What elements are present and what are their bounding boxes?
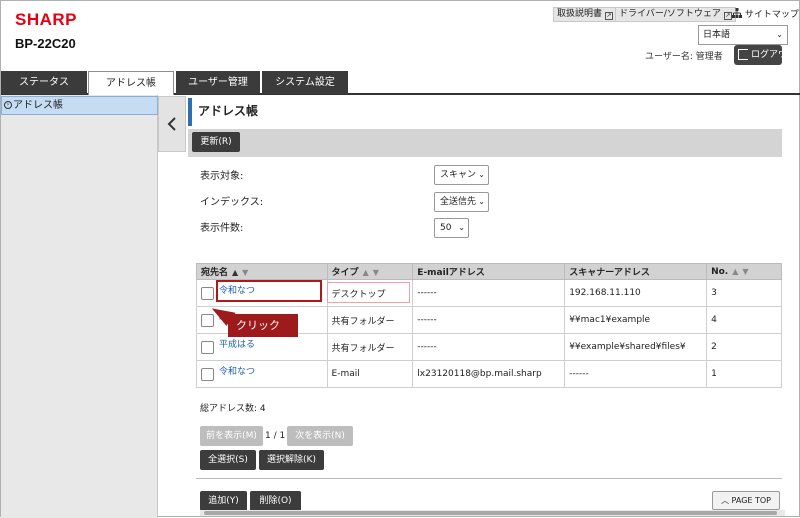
sitemap-link[interactable]: サイトマップ	[732, 7, 799, 20]
target-label: 表示対象:	[200, 171, 244, 182]
sidebar-item-address-book[interactable]: › アドレス帳	[1, 96, 158, 115]
col-type[interactable]: タイプ ▲ ▼	[326, 263, 414, 280]
language-value: 日本語	[703, 30, 731, 40]
tab-status[interactable]: ステータス	[1, 71, 87, 94]
page-top-label: PAGE TOP	[731, 496, 771, 505]
count-select[interactable]: 50 ⌄	[434, 218, 469, 238]
target-select[interactable]: スキャン ⌄	[434, 165, 489, 185]
scanner-cell: 192.168.11.110	[564, 279, 708, 307]
type-cell: 共有フォルダー	[326, 333, 414, 361]
sharp-logo: SHARP	[15, 10, 78, 29]
email-cell: lx23120118@bp.mail.sharp	[412, 360, 566, 388]
tab-user-management[interactable]: ユーザー管理	[176, 71, 260, 94]
target-value: スキャン	[440, 170, 477, 180]
sitemap-label: サイトマップ	[744, 10, 799, 20]
logout-label: ログアウト	[751, 50, 797, 60]
col-scanner: スキャナーアドレス	[564, 263, 708, 280]
email-cell: ------	[412, 306, 566, 334]
sort-up-icon[interactable]: ▲	[363, 268, 369, 277]
page-top-button[interactable]: ︿ PAGE TOP	[712, 491, 780, 510]
email-cell: ------	[412, 279, 566, 307]
page-title: アドレス帳	[198, 104, 259, 118]
row-checkbox[interactable]	[201, 368, 214, 381]
deselect-button[interactable]: 選択解除(K)	[259, 450, 324, 470]
add-button[interactable]: 追加(Y)	[200, 491, 247, 511]
external-link-icon: ↗	[605, 12, 614, 20]
driver-link-label: ドライバー/ソフトウェア	[619, 9, 721, 19]
no-cell: 4	[706, 306, 782, 334]
chevron-down-icon: ⌄	[776, 30, 783, 39]
count-label: 表示件数:	[200, 223, 244, 234]
sort-down-icon[interactable]: ▼	[742, 267, 748, 276]
logout-button[interactable]: ログアウト	[734, 45, 796, 65]
select-all-button[interactable]: 全選択(S)	[200, 450, 256, 470]
model-name: BP-22C20	[15, 36, 76, 51]
manual-link[interactable]: 取扱説明書 ↗	[553, 7, 618, 22]
language-select[interactable]: 日本語 ⌄	[698, 25, 788, 45]
divider	[196, 478, 782, 479]
type-cell: E-mail	[326, 360, 414, 388]
table-header: 宛先名 ▲ ▼ タイプ ▲ ▼ E-mailアドレス スキャナーアドレス No. ▲ ▼	[196, 263, 782, 280]
index-label: インデックス:	[200, 197, 264, 208]
type-highlight-box	[327, 282, 410, 303]
driver-software-link[interactable]: ドライバー/ソフトウェア ↗	[615, 7, 736, 22]
logout-icon	[738, 49, 748, 60]
no-cell: 1	[706, 360, 782, 388]
prev-page-button[interactable]: 前を表示(M)	[200, 426, 263, 446]
sidebar-collapse-button[interactable]	[158, 96, 186, 152]
manual-link-label: 取扱説明書	[557, 9, 603, 19]
email-cell: ------	[412, 333, 566, 361]
sort-down-icon[interactable]: ▼	[373, 268, 379, 277]
delete-button[interactable]: 削除(O)	[250, 491, 301, 511]
page-indicator: 1 / 1	[265, 431, 286, 441]
title-accent	[188, 98, 192, 126]
count-value: 50	[440, 223, 452, 233]
tab-address-book[interactable]: アドレス帳	[88, 71, 174, 95]
chevron-down-icon: ⌄	[478, 197, 485, 206]
next-page-button[interactable]: 次を表示(N)	[287, 426, 353, 446]
type-cell: 共有フォルダー	[326, 306, 414, 334]
scanner-cell: ¥¥example¥shared¥files¥	[564, 333, 708, 361]
name-link[interactable]: 平成はる	[219, 337, 255, 350]
user-name: ユーザー名: 管理者	[645, 52, 723, 62]
sidebar	[1, 95, 158, 518]
col-name[interactable]: 宛先名 ▲ ▼	[196, 263, 328, 280]
no-cell: 3	[706, 279, 782, 307]
index-select[interactable]: 全送信先 ⌄	[434, 192, 489, 212]
toolbar	[188, 129, 782, 157]
external-link-icon: ↗	[723, 12, 732, 20]
row-checkbox[interactable]	[201, 341, 214, 354]
name-link[interactable]: 令和なつ	[219, 364, 255, 377]
chevron-up-icon: ︿	[721, 496, 729, 505]
sort-up-icon[interactable]: ▲	[232, 268, 238, 277]
sort-down-icon[interactable]: ▼	[242, 268, 248, 277]
chevron-down-icon: ⌄	[478, 170, 485, 179]
table-row: 平成はる 共有フォルダー ------ ¥¥example¥shared¥fil…	[196, 333, 782, 361]
no-cell: 2	[706, 333, 782, 361]
tab-system-settings[interactable]: システム設定	[262, 71, 348, 94]
sidebar-item-label: アドレス帳	[13, 100, 63, 111]
scrollbar-thumb[interactable]	[204, 511, 777, 515]
scanner-cell: ¥¥mac1¥example	[564, 306, 708, 334]
sort-up-icon[interactable]: ▲	[732, 267, 738, 276]
refresh-button[interactable]: 更新(R)	[192, 132, 240, 152]
col-email: E-mailアドレス	[412, 263, 566, 280]
row-checkbox[interactable]	[201, 287, 214, 300]
table-row: 令和なつ E-mail lx23120118@bp.mail.sharp ---…	[196, 360, 782, 388]
sitemap-icon	[732, 8, 742, 18]
click-callout: クリック	[228, 314, 298, 337]
chevron-right-icon: ›	[4, 101, 12, 109]
total-count: 総アドレス数: 4	[200, 404, 266, 414]
index-value: 全送信先	[440, 197, 477, 207]
click-highlight-box	[216, 280, 322, 302]
chevron-down-icon: ⌄	[458, 223, 465, 232]
col-no[interactable]: No. ▲ ▼	[706, 263, 782, 280]
chevron-left-icon	[167, 117, 176, 131]
scanner-cell: ------	[564, 360, 708, 388]
